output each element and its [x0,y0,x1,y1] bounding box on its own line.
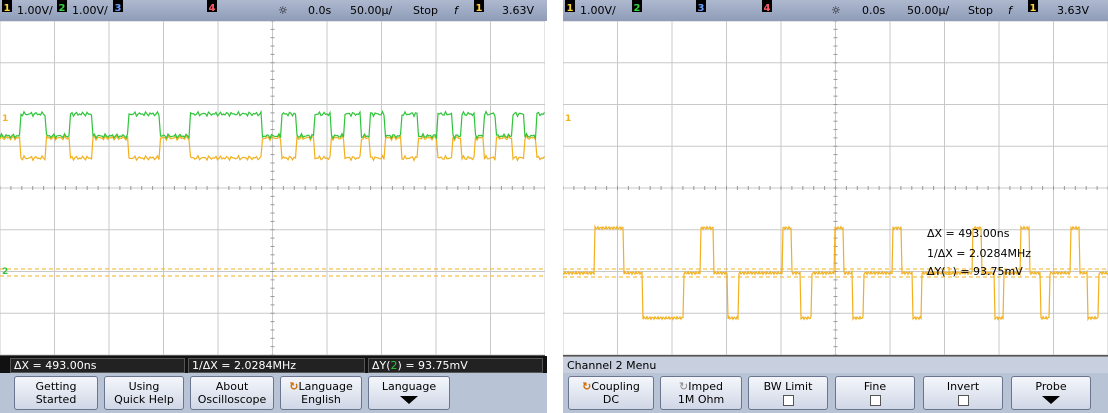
submenu-arrow-icon [1012,393,1090,407]
softkey-label: Started [35,393,77,406]
bw-limit-button[interactable]: BW Limit [748,376,828,410]
checkbox-icon [749,393,827,409]
measurement-bar: ΔX = 493.00ns 1/ΔX = 2.0284MHz ΔY(2) = 9… [0,356,547,373]
channel-1-badge: 1 [2,0,12,14]
softkey-label: BW Limit [763,380,813,393]
softkey-label: 1M Ohm [677,393,725,406]
channel-1-scale: 1.00V/ [17,4,53,17]
channel-2-badge: 2 [57,0,67,14]
trigger-slope-icon: f [1008,4,1012,17]
delta-y-channel: 1 [945,265,953,278]
channel-1-ground-marker: 1 [2,114,9,124]
delta-y-value: ) = 93.75mV [952,265,1023,278]
softkey-row: Getting Started Using Quick Help About Osci… [0,373,547,413]
waveform-display: 1 ΔX = 493.00ns 1/ΔX = 2.0284MHz ΔY(1) =… [563,21,1108,356]
channel-2-scale: 1.00V/ [72,4,108,17]
intensity-icon: ☼ [831,4,841,17]
softkey-label: Language [381,380,437,393]
invert-button[interactable]: Invert [923,376,1003,410]
softkey-label: About [215,380,249,393]
delta-y-readout: ΔY(2) = 93.75mV [368,358,543,373]
status-bar: 1 1.00V/ 2 1.00V/ 3 4 ☼ 0.0s 50.00µ/ Sto… [0,0,547,21]
softkey-label: DC [602,393,620,406]
softkey-label: Invert [946,380,980,393]
softkey-row: ↻Coupling DC ↻Imped 1M Ohm BW Limit Fine I… [563,373,1108,413]
channel-2-badge: 2 [632,0,642,14]
run-state: Stop [413,4,439,17]
probe-menu-button[interactable]: Probe [1011,376,1091,410]
language-menu-button[interactable]: Language [368,376,450,410]
waveform-graticule [563,21,1108,355]
channel-1-badge: 1 [565,0,575,14]
checkbox-icon [924,393,1002,409]
channel-1-scale: 1.00V/ [580,4,616,17]
softkey-label: Coupling [591,380,640,393]
trigger-channel-badge: 1 [474,0,484,14]
status-bar: 1 1.00V/ 2 3 4 ☼ 0.0s 50.00µ/ Stop f 1 3… [563,0,1108,21]
waveform-display: 1 2 [0,21,545,356]
softkey-label: Using [128,380,160,393]
softkey-label: Probe [1035,380,1067,393]
delta-y-channel: 2 [390,359,398,372]
softkey-label: Imped [688,380,723,393]
trigger-channel-badge: 1 [1028,0,1038,14]
getting-started-button[interactable]: Getting Started [14,376,98,410]
channel-4-badge: 4 [762,0,772,14]
about-oscilloscope-button[interactable]: About Oscilloscope [190,376,274,410]
delta-y-prefix: ΔY( [927,265,946,278]
delta-y-value: ) = 93.75mV [397,359,468,372]
time-scale: 50.00µ/ [350,4,393,17]
oscilloscope-screen-right: 1 1.00V/ 2 3 4 ☼ 0.0s 50.00µ/ Stop f 1 3… [563,0,1108,413]
entry-knob-icon: ↻ [582,380,592,393]
impedance-button[interactable]: ↻Imped 1M Ohm [660,376,742,410]
delta-y-prefix: ΔY( [372,359,391,372]
graticule-grid [563,21,1108,355]
time-scale: 50.00µ/ [907,4,950,17]
softkey-label: English [301,393,341,406]
waveform-graticule [0,21,545,355]
delta-x-readout: ΔX = 493.00ns [927,227,1010,240]
softkey-label: Quick Help [114,393,174,406]
time-offset: 0.0s [862,4,886,17]
graticule-grid [0,21,545,355]
oscilloscope-screen-left: 1 1.00V/ 2 1.00V/ 3 4 ☼ 0.0s 50.00µ/ Sto… [0,0,547,413]
softkey-label: Language [298,380,353,393]
time-offset: 0.0s [308,4,332,17]
fine-button[interactable]: Fine [835,376,915,410]
channel-4-badge: 4 [207,0,217,14]
language-select-button[interactable]: ↻Language English [280,376,362,410]
menu-title: Channel 2 Menu [563,356,1108,374]
channel-2-ground-marker: 2 [2,267,9,277]
entry-knob-icon: ↻ [679,380,689,393]
trigger-slope-icon: f [454,4,458,17]
submenu-arrow-icon [369,393,449,407]
channel-3-badge: 3 [113,0,123,14]
trigger-level: 3.63V [1057,4,1090,17]
delta-y-readout: ΔY(1) = 93.75mV [927,261,1023,282]
coupling-button[interactable]: ↻Coupling DC [568,376,654,410]
trigger-level: 3.63V [502,4,535,17]
softkey-label: Getting [35,380,77,393]
softkey-label: Fine [863,380,887,393]
channel-1-ground-marker: 1 [565,114,572,124]
run-state: Stop [968,4,994,17]
inverse-delta-x-readout: 1/ΔX = 2.0284MHz [188,358,365,373]
intensity-icon: ☼ [278,4,288,17]
softkey-label: Oscilloscope [197,393,267,406]
quick-help-button[interactable]: Using Quick Help [104,376,184,410]
delta-x-readout: ΔX = 493.00ns [10,358,185,373]
channel-3-badge: 3 [696,0,706,14]
checkbox-icon [836,393,914,409]
